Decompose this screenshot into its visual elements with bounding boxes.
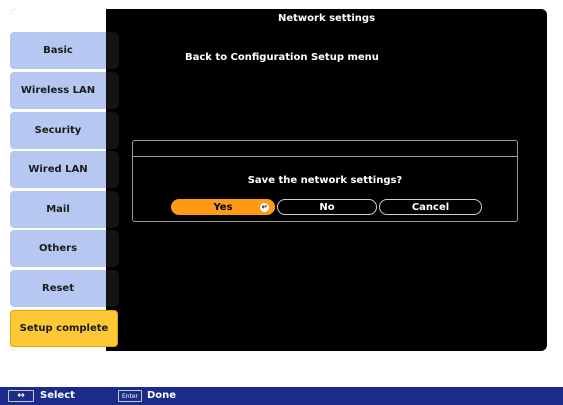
sidebar-item-label: Reset [10,270,106,307]
sidebar-item-tab [106,270,119,307]
status-bar: ↔ Select Enter Done [0,387,563,405]
sidebar-item-tab [106,32,119,69]
sidebar-item-setup-complete[interactable]: Setup complete [10,310,119,347]
back-to-config-menu-link[interactable]: Back to Configuration Setup menu [185,52,379,63]
sidebar-item-wireless-lan[interactable]: Wireless LAN [10,72,119,109]
sidebar-item-tab [106,230,119,267]
left-right-arrows-icon: ↔ [8,390,34,402]
sidebar-item-label: Wireless LAN [10,72,106,109]
sidebar-item-tab [106,191,119,228]
yes-button[interactable]: Yes ↵ [171,199,275,215]
sidebar-item-wired-lan[interactable]: Wired LAN [10,151,119,188]
sidebar-item-reset[interactable]: Reset [10,270,119,307]
cancel-button-label: Cancel [411,201,450,213]
sidebar-item-tab [106,72,119,109]
no-button-label: No [319,201,335,213]
yes-button-label: Yes [213,201,233,213]
sidebar-item-tab [106,112,119,149]
no-button[interactable]: No [277,199,377,215]
sidebar-item-label: Setup complete [10,310,118,347]
dialog-message: Save the network settings? [247,175,403,186]
sidebar-item-label: Basic [10,32,106,69]
sidebar-item-label: Others [10,230,106,267]
sidebar-item-tab [106,151,119,188]
done-hint: Done [147,390,177,401]
enter-key-icon: Enter [118,390,142,402]
sidebar-item-basic[interactable]: Basic [10,32,119,69]
sidebar-item-security[interactable]: Security [10,112,119,149]
sidebar-item-label: Wired LAN [10,151,106,188]
cancel-button[interactable]: Cancel [379,199,482,215]
sidebar-item-label: Security [10,112,106,149]
dialog-header [133,141,517,157]
window-title: Network settings [106,9,547,29]
select-hint: Select [40,390,75,401]
save-settings-dialog: Save the network settings? Yes ↵ No Canc… [132,140,518,222]
enter-icon: ↵ [260,203,269,212]
sidebar-item-mail[interactable]: Mail [10,191,119,228]
sidebar-item-label: Mail [10,191,106,228]
sidebar-item-others[interactable]: Others [10,230,119,267]
